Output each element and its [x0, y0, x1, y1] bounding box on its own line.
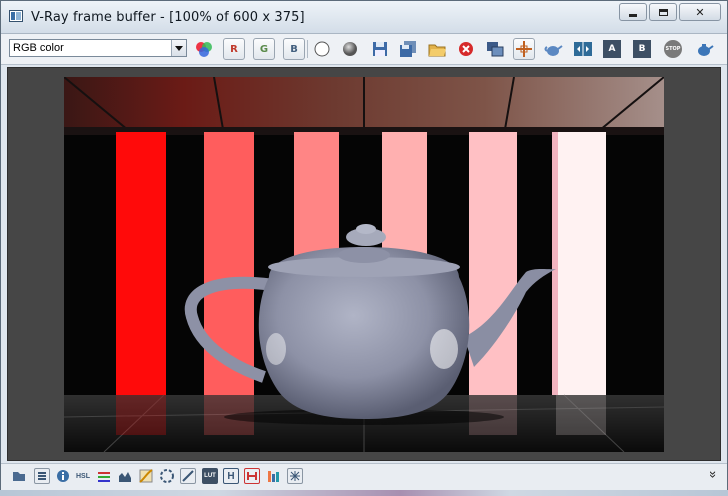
render-viewport[interactable]	[7, 67, 721, 461]
floppy-disk-icon	[373, 42, 387, 56]
close-button[interactable]: ✕	[679, 3, 721, 21]
lut-icon[interactable]: LUT	[202, 468, 218, 484]
open-folder-icon[interactable]	[11, 468, 27, 484]
window-title: V-Ray frame buffer - [100% of 600 x 375]	[31, 10, 305, 25]
settings-list-icon[interactable]	[34, 468, 50, 484]
expand-chevron-icon[interactable]: »	[706, 467, 721, 482]
save-all-channels-button[interactable]	[397, 38, 419, 60]
taskbar-strip	[0, 490, 728, 496]
duplicate-to-max-button[interactable]	[484, 38, 506, 60]
channel-select-value: RGB color	[13, 42, 64, 54]
channel-select[interactable]: RGB color	[9, 39, 187, 57]
render-button[interactable]	[693, 38, 715, 60]
crosshair-icon	[516, 41, 532, 57]
info-icon[interactable]	[55, 468, 71, 484]
ab-a-icon: A	[603, 40, 621, 58]
minimize-icon	[629, 13, 637, 17]
title-bar[interactable]: V-Ray frame buffer - [100% of 600 x 375]…	[1, 1, 727, 34]
hsl-icon[interactable]: HSL	[75, 468, 91, 484]
show-green-channel-button[interactable]: G	[253, 38, 275, 60]
levels-icon[interactable]	[96, 468, 112, 484]
h-icon[interactable]: H	[223, 468, 239, 484]
close-icon: ✕	[695, 6, 705, 19]
show-red-channel-button[interactable]: R	[223, 38, 245, 60]
history-a-button[interactable]: A	[601, 38, 623, 60]
curves-icon[interactable]	[138, 468, 154, 484]
folder-open-icon	[428, 44, 446, 57]
histogram-icon[interactable]	[117, 468, 133, 484]
toolbar-separator	[307, 40, 308, 58]
maximize-icon	[658, 8, 668, 16]
stamp-icon[interactable]	[266, 468, 282, 484]
pixel-aspect-icon[interactable]	[244, 468, 260, 484]
compare-split-icon	[574, 42, 592, 56]
teapot-scene	[64, 77, 664, 452]
minimize-button[interactable]	[619, 3, 647, 21]
teapot-icon	[544, 45, 563, 56]
vfb-icon[interactable]	[9, 10, 23, 22]
save-image-button[interactable]	[369, 38, 391, 60]
ab-b-icon: B	[633, 40, 651, 58]
color-corrections-button[interactable]	[193, 38, 215, 60]
white-circle-icon	[314, 41, 330, 57]
history-b-button[interactable]: B	[631, 38, 653, 60]
stop-render-button[interactable]: STOP	[662, 38, 684, 60]
vfb-window: V-Ray frame buffer - [100% of 600 x 375]…	[0, 0, 728, 490]
load-image-button[interactable]	[426, 38, 448, 60]
monochrome-button[interactable]	[339, 38, 361, 60]
duplicate-icon	[487, 42, 504, 57]
chevron-down-icon[interactable]	[171, 40, 186, 56]
maximize-button[interactable]	[649, 3, 677, 21]
stop-icon: STOP	[664, 40, 682, 58]
ab-compare-button[interactable]	[572, 38, 594, 60]
color-wheel-icon	[196, 42, 212, 57]
gray-sphere-icon	[343, 42, 357, 56]
show-blue-channel-button[interactable]: B	[283, 38, 305, 60]
lens-effects-icon[interactable]	[287, 468, 303, 484]
color-balance-icon[interactable]	[159, 468, 175, 484]
track-mouse-button[interactable]	[513, 38, 535, 60]
vfb-bottom-toolbar: HSL LUT H »	[1, 463, 727, 490]
window-controls: ✕	[619, 3, 721, 21]
exposure-icon[interactable]	[180, 468, 196, 484]
render-teapot-icon	[698, 44, 714, 56]
region-render-button[interactable]	[542, 38, 564, 60]
view-alpha-button[interactable]	[311, 38, 333, 60]
vfb-toolbar: RGB color R G B A B STOP	[1, 34, 727, 65]
clear-red-icon	[459, 42, 473, 56]
clear-image-button[interactable]	[455, 38, 477, 60]
rendered-image[interactable]	[64, 77, 664, 452]
multi-floppy-icon	[400, 41, 416, 57]
